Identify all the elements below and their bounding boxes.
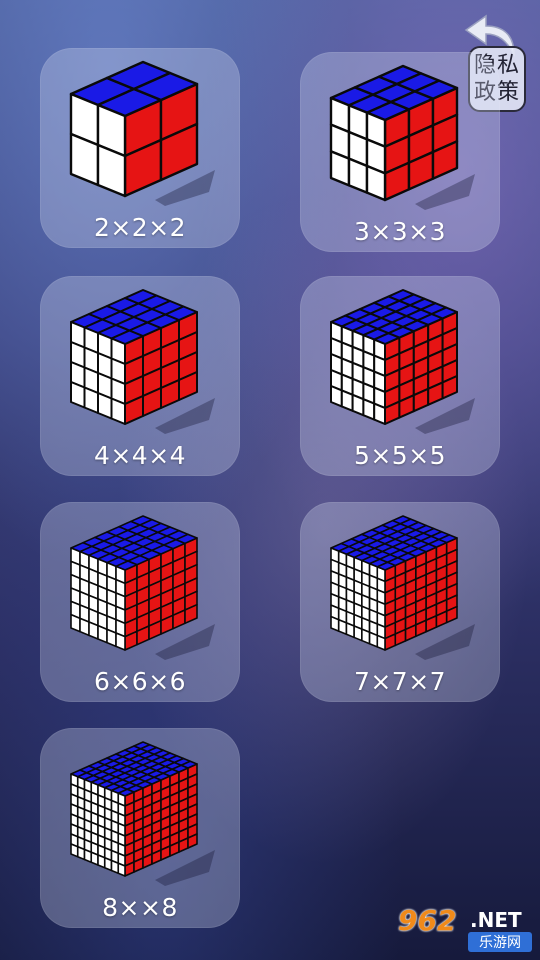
cube-7x7x7-icon (330, 515, 475, 660)
puzzle-card-3x3x3[interactable]: 3×3×3 (300, 52, 500, 252)
puzzle-card-6x6x6[interactable]: 6×6×6 (40, 502, 240, 702)
watermark-suffix: .NET (470, 908, 522, 932)
watermark-number: 962 (398, 904, 457, 937)
cube-8x8x8-icon (70, 741, 215, 886)
puzzle-label: 8××8 (102, 893, 178, 922)
puzzle-card-2x2x2[interactable]: 2×2×2 (40, 48, 240, 248)
cube-5x5x5-icon (330, 289, 475, 434)
watermark-site: 乐游网 (468, 932, 532, 952)
puzzle-card-5x5x5[interactable]: 5×5×5 (300, 276, 500, 476)
puzzle-label: 2×2×2 (93, 213, 187, 242)
site-watermark: 962 .NET 乐游网 (396, 902, 534, 954)
cube-4x4x4-icon (70, 289, 215, 434)
puzzle-label: 5×5×5 (353, 441, 447, 470)
cube-3x3x3-icon (329, 64, 475, 210)
puzzle-card-8x8x8[interactable]: 8××8 (40, 728, 240, 928)
cube-6x6x6-icon (70, 515, 215, 660)
cube-2x2x2-icon (69, 60, 215, 206)
puzzle-card-7x7x7[interactable]: 7×7×7 (300, 502, 500, 702)
puzzle-label: 3×3×3 (353, 217, 447, 246)
puzzle-label: 7×7×7 (353, 667, 447, 696)
puzzle-card-4x4x4[interactable]: 4×4×4 (40, 276, 240, 476)
puzzle-label: 6×6×6 (93, 667, 187, 696)
puzzle-label: 4×4×4 (93, 441, 187, 470)
